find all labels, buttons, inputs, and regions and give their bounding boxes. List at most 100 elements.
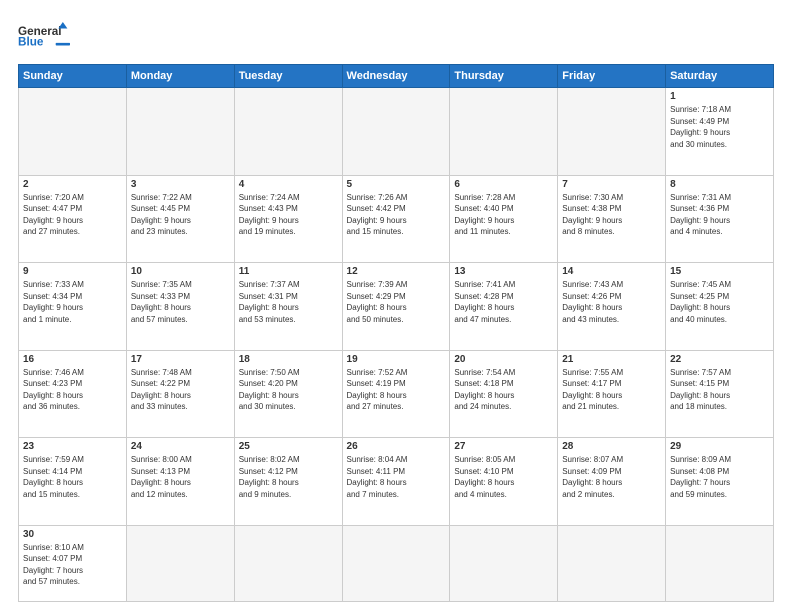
calendar-cell: 5 Sunrise: 7:26 AMSunset: 4:42 PMDaylight… bbox=[342, 175, 450, 263]
day-number: 20 bbox=[454, 354, 553, 365]
day-info: Sunrise: 8:00 AMSunset: 4:13 PMDaylight:… bbox=[131, 454, 230, 500]
day-number: 28 bbox=[562, 441, 661, 452]
calendar-cell bbox=[342, 525, 450, 601]
day-number: 30 bbox=[23, 529, 122, 540]
day-info: Sunrise: 7:24 AMSunset: 4:43 PMDaylight:… bbox=[239, 192, 338, 238]
day-number: 3 bbox=[131, 179, 230, 190]
calendar-cell: 21Sunrise: 7:55 AMSunset: 4:17 PMDayligh… bbox=[558, 350, 666, 438]
day-number: 25 bbox=[239, 441, 338, 452]
calendar-cell: 11Sunrise: 7:37 AMSunset: 4:31 PMDayligh… bbox=[234, 263, 342, 351]
weekday-header-saturday: Saturday bbox=[666, 65, 774, 88]
day-info: Sunrise: 8:04 AMSunset: 4:11 PMDaylight:… bbox=[347, 454, 446, 500]
week-row-5: 23Sunrise: 7:59 AMSunset: 4:14 PMDayligh… bbox=[19, 438, 774, 526]
calendar-cell bbox=[450, 525, 558, 601]
calendar-cell: 10Sunrise: 7:35 AMSunset: 4:33 PMDayligh… bbox=[126, 263, 234, 351]
week-row-4: 16Sunrise: 7:46 AMSunset: 4:23 PMDayligh… bbox=[19, 350, 774, 438]
calendar-cell: 26 Sunrise: 8:04 AMSunset: 4:11 PMDayligh… bbox=[342, 438, 450, 526]
day-number: 8 bbox=[670, 179, 769, 190]
calendar-cell: 9 Sunrise: 7:33 AMSunset: 4:34 PMDaylight… bbox=[19, 263, 127, 351]
day-number: 2 bbox=[23, 179, 122, 190]
day-info: Sunrise: 8:10 AMSunset: 4:07 PMDaylight:… bbox=[23, 542, 122, 588]
calendar-cell: 2Sunrise: 7:20 AMSunset: 4:47 PMDaylight… bbox=[19, 175, 127, 263]
day-info: Sunrise: 7:48 AMSunset: 4:22 PMDaylight:… bbox=[131, 367, 230, 413]
calendar-cell: 14 Sunrise: 7:43 AMSunset: 4:26 PMDayligh… bbox=[558, 263, 666, 351]
weekday-header-friday: Friday bbox=[558, 65, 666, 88]
day-number: 27 bbox=[454, 441, 553, 452]
weekday-header-wednesday: Wednesday bbox=[342, 65, 450, 88]
weekday-header-sunday: Sunday bbox=[19, 65, 127, 88]
calendar-cell bbox=[666, 525, 774, 601]
page: General Blue SundayMondayTuesdayWednesda… bbox=[0, 0, 792, 612]
day-number: 26 bbox=[347, 441, 446, 452]
header: General Blue bbox=[18, 18, 774, 56]
calendar-cell: 19 Sunrise: 7:52 AMSunset: 4:19 PMDayligh… bbox=[342, 350, 450, 438]
calendar-cell bbox=[558, 88, 666, 176]
day-info: Sunrise: 7:52 AMSunset: 4:19 PMDaylight:… bbox=[347, 367, 446, 413]
calendar-cell: 15 Sunrise: 7:45 AMSunset: 4:25 PMDayligh… bbox=[666, 263, 774, 351]
day-info: Sunrise: 7:50 AMSunset: 4:20 PMDaylight:… bbox=[239, 367, 338, 413]
day-info: Sunrise: 7:57 AMSunset: 4:15 PMDaylight:… bbox=[670, 367, 769, 413]
calendar-cell: 28 Sunrise: 8:07 AMSunset: 4:09 PMDayligh… bbox=[558, 438, 666, 526]
calendar-cell bbox=[234, 525, 342, 601]
day-number: 14 bbox=[562, 266, 661, 277]
day-number: 1 bbox=[670, 91, 769, 102]
day-number: 22 bbox=[670, 354, 769, 365]
calendar-cell: 22 Sunrise: 7:57 AMSunset: 4:15 PMDayligh… bbox=[666, 350, 774, 438]
week-row-2: 2Sunrise: 7:20 AMSunset: 4:47 PMDaylight… bbox=[19, 175, 774, 263]
calendar-cell bbox=[19, 88, 127, 176]
calendar-cell: 7 Sunrise: 7:30 AMSunset: 4:38 PMDaylight… bbox=[558, 175, 666, 263]
weekday-header-row: SundayMondayTuesdayWednesdayThursdayFrid… bbox=[19, 65, 774, 88]
day-info: Sunrise: 7:31 AMSunset: 4:36 PMDaylight:… bbox=[670, 192, 769, 238]
day-number: 29 bbox=[670, 441, 769, 452]
day-number: 18 bbox=[239, 354, 338, 365]
calendar-cell: 24 Sunrise: 8:00 AMSunset: 4:13 PMDayligh… bbox=[126, 438, 234, 526]
calendar-cell bbox=[558, 525, 666, 601]
calendar-cell bbox=[450, 88, 558, 176]
calendar-cell: 25 Sunrise: 8:02 AMSunset: 4:12 PMDayligh… bbox=[234, 438, 342, 526]
weekday-header-tuesday: Tuesday bbox=[234, 65, 342, 88]
day-number: 13 bbox=[454, 266, 553, 277]
day-number: 12 bbox=[347, 266, 446, 277]
logo-svg: General Blue bbox=[18, 18, 70, 56]
calendar-cell: 17 Sunrise: 7:48 AMSunset: 4:22 PMDayligh… bbox=[126, 350, 234, 438]
day-number: 4 bbox=[239, 179, 338, 190]
day-number: 17 bbox=[131, 354, 230, 365]
calendar-cell: 23Sunrise: 7:59 AMSunset: 4:14 PMDayligh… bbox=[19, 438, 127, 526]
day-number: 19 bbox=[347, 354, 446, 365]
day-number: 11 bbox=[239, 266, 338, 277]
calendar-cell: 20Sunrise: 7:54 AMSunset: 4:18 PMDayligh… bbox=[450, 350, 558, 438]
day-number: 16 bbox=[23, 354, 122, 365]
calendar-cell: 3 Sunrise: 7:22 AMSunset: 4:45 PMDaylight… bbox=[126, 175, 234, 263]
day-info: Sunrise: 7:43 AMSunset: 4:26 PMDaylight:… bbox=[562, 279, 661, 325]
calendar-cell bbox=[126, 88, 234, 176]
day-number: 5 bbox=[347, 179, 446, 190]
logo: General Blue bbox=[18, 18, 70, 56]
calendar-cell bbox=[234, 88, 342, 176]
weekday-header-thursday: Thursday bbox=[450, 65, 558, 88]
day-info: Sunrise: 7:26 AMSunset: 4:42 PMDaylight:… bbox=[347, 192, 446, 238]
day-info: Sunrise: 7:59 AMSunset: 4:14 PMDaylight:… bbox=[23, 454, 122, 500]
calendar-cell: 18 Sunrise: 7:50 AMSunset: 4:20 PMDayligh… bbox=[234, 350, 342, 438]
week-row-6: 30 Sunrise: 8:10 AMSunset: 4:07 PMDayligh… bbox=[19, 525, 774, 601]
day-info: Sunrise: 7:33 AMSunset: 4:34 PMDaylight:… bbox=[23, 279, 122, 325]
svg-text:Blue: Blue bbox=[18, 35, 44, 48]
day-info: Sunrise: 7:41 AMSunset: 4:28 PMDaylight:… bbox=[454, 279, 553, 325]
calendar-cell: 13 Sunrise: 7:41 AMSunset: 4:28 PMDayligh… bbox=[450, 263, 558, 351]
calendar-cell: 27Sunrise: 8:05 AMSunset: 4:10 PMDayligh… bbox=[450, 438, 558, 526]
day-number: 24 bbox=[131, 441, 230, 452]
calendar-cell: 8 Sunrise: 7:31 AMSunset: 4:36 PMDaylight… bbox=[666, 175, 774, 263]
day-info: Sunrise: 7:30 AMSunset: 4:38 PMDaylight:… bbox=[562, 192, 661, 238]
day-info: Sunrise: 8:07 AMSunset: 4:09 PMDaylight:… bbox=[562, 454, 661, 500]
day-info: Sunrise: 7:39 AMSunset: 4:29 PMDaylight:… bbox=[347, 279, 446, 325]
calendar-cell: 12 Sunrise: 7:39 AMSunset: 4:29 PMDayligh… bbox=[342, 263, 450, 351]
day-info: Sunrise: 7:22 AMSunset: 4:45 PMDaylight:… bbox=[131, 192, 230, 238]
day-info: Sunrise: 7:45 AMSunset: 4:25 PMDaylight:… bbox=[670, 279, 769, 325]
calendar-cell: 30 Sunrise: 8:10 AMSunset: 4:07 PMDayligh… bbox=[19, 525, 127, 601]
day-number: 9 bbox=[23, 266, 122, 277]
day-info: Sunrise: 7:35 AMSunset: 4:33 PMDaylight:… bbox=[131, 279, 230, 325]
day-number: 7 bbox=[562, 179, 661, 190]
day-number: 15 bbox=[670, 266, 769, 277]
day-info: Sunrise: 8:02 AMSunset: 4:12 PMDaylight:… bbox=[239, 454, 338, 500]
day-number: 21 bbox=[562, 354, 661, 365]
calendar-cell: 1Sunrise: 7:18 AMSunset: 4:49 PMDaylight… bbox=[666, 88, 774, 176]
